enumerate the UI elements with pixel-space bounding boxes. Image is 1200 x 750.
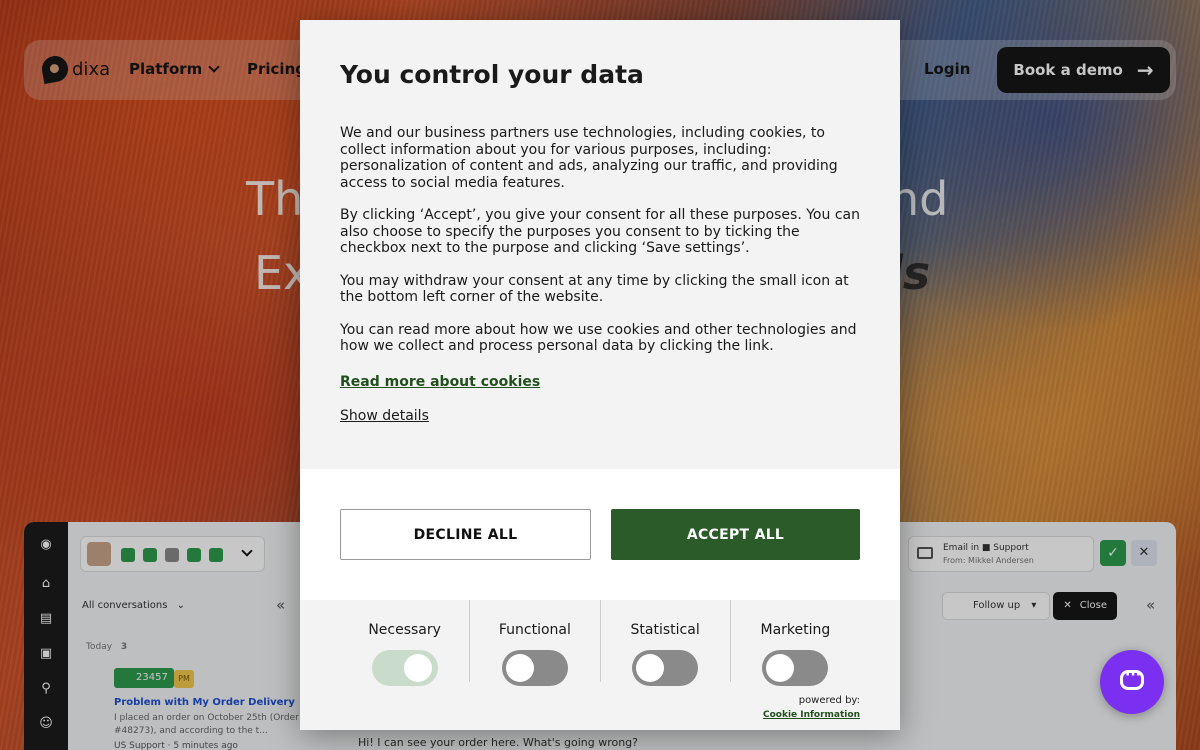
consent-buttons: DECLINE ALL ACCEPT ALL [300, 469, 900, 600]
chat-bubble-icon [1120, 667, 1144, 690]
category-label: Marketing [760, 622, 831, 638]
necessary-toggle [371, 650, 438, 686]
functional-toggle[interactable] [501, 650, 568, 686]
dialog-title: You control your data [340, 60, 644, 89]
category-marketing: Marketing [731, 600, 860, 686]
category-statistical: Statistical [601, 600, 731, 686]
category-label: Necessary [368, 622, 441, 638]
powered-by-label: powered by: [798, 695, 860, 706]
marketing-toggle[interactable] [762, 650, 829, 686]
consent-paragraph: By clicking ‘Accept’, you give your cons… [340, 207, 860, 256]
read-more-cookies-link[interactable]: Read more about cookies [340, 374, 540, 390]
consent-categories: Necessary Functional Statistical Marketi… [340, 600, 860, 686]
decline-all-button[interactable]: DECLINE ALL [340, 509, 591, 560]
show-details-link[interactable]: Show details [340, 408, 860, 424]
category-label: Statistical [630, 622, 700, 638]
category-label: Functional [498, 622, 571, 638]
cookie-consent-dialog: You control your data We and our busines… [300, 20, 900, 730]
statistical-toggle[interactable] [632, 650, 699, 686]
chat-launcher-button[interactable] [1100, 650, 1164, 714]
consent-paragraph: You may withdraw your consent at any tim… [340, 272, 849, 306]
category-functional: Functional [470, 600, 601, 686]
accept-all-button[interactable]: ACCEPT ALL [611, 509, 860, 560]
consent-paragraph: You can read more about how we use cooki… [340, 321, 857, 355]
consent-paragraph: We and our business partners use technol… [340, 125, 838, 191]
category-necessary: Necessary [340, 600, 471, 686]
powered-by: powered by: Cookie Information [763, 694, 860, 722]
cookie-information-link[interactable]: Cookie Information [763, 710, 860, 720]
